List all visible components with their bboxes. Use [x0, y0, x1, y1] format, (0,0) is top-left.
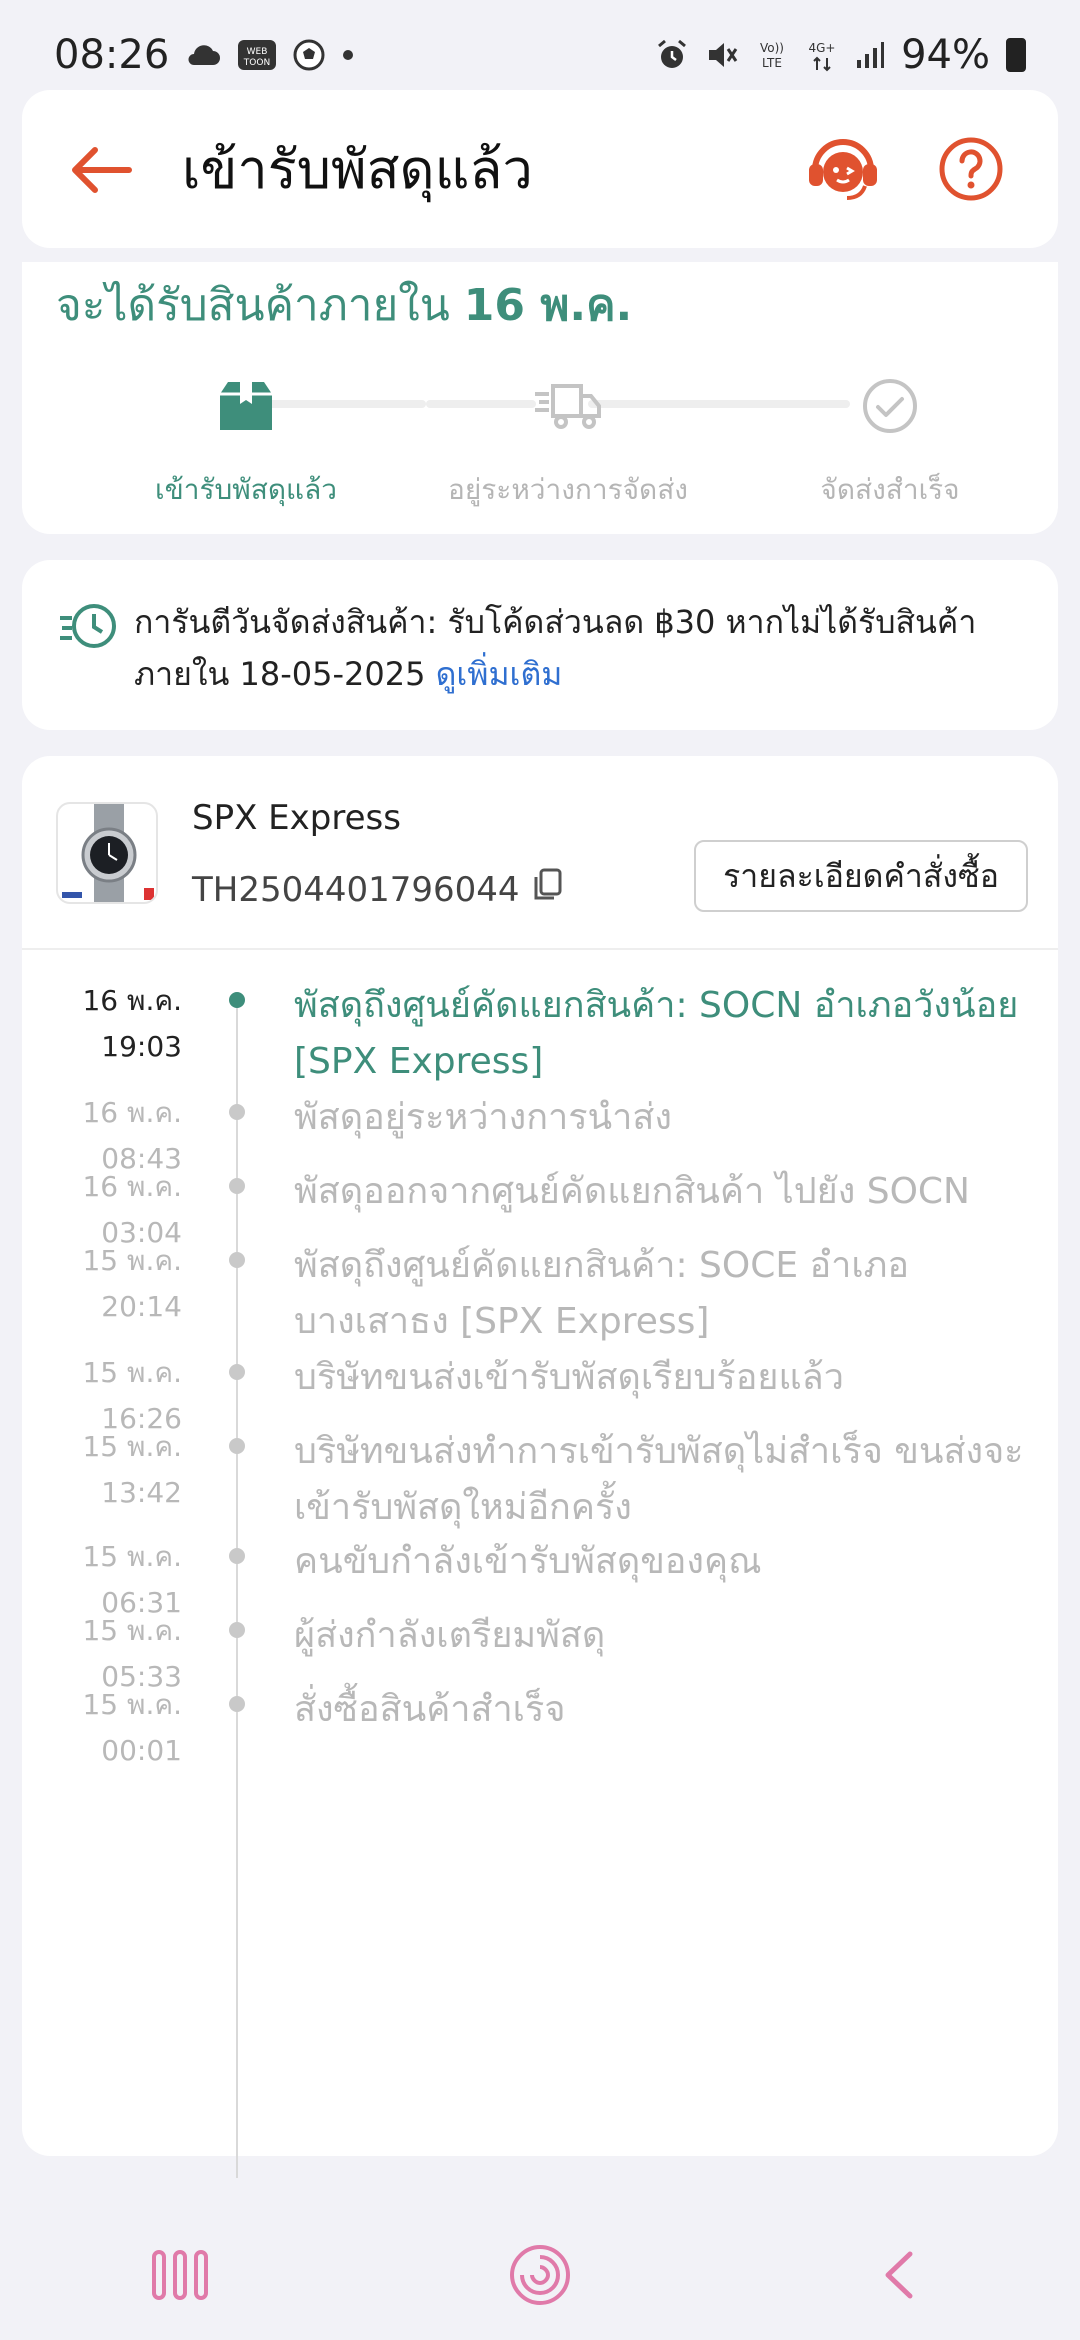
headset-support-icon: [809, 139, 877, 200]
event-description: คนขับกำลังเข้ารับพัสดุของคุณ: [294, 1541, 762, 1582]
event-time: 13:42: [101, 1476, 182, 1509]
event-description: ผู้ส่งกำลังเตรียมพัสดุ: [294, 1615, 606, 1656]
step-label: เข้ารับพัสดุแล้ว: [155, 473, 337, 506]
svg-text:WEB: WEB: [247, 47, 268, 57]
home-icon: [509, 2244, 571, 2306]
order-details-button[interactable]: รายละเอียดคำสั่งซื้อ: [694, 840, 1028, 912]
step-delivered: จัดส่งสำเร็จ: [760, 372, 1020, 512]
event-time: 00:01: [101, 1734, 182, 1767]
mute-icon: [705, 38, 739, 72]
event-date: 15 พ.ค. 00:01: [22, 1682, 182, 1774]
event-description: บริษัทขนส่งทำการเข้ารับพัสดุไม่สำเร็จ ขน…: [294, 1431, 1024, 1528]
football-icon: [293, 39, 325, 71]
event-day: 15 พ.ค.: [82, 1688, 182, 1721]
home-button[interactable]: [490, 2235, 590, 2315]
recent-apps-icon: [152, 2250, 208, 2300]
copy-icon[interactable]: [532, 868, 562, 911]
event-date: 15 พ.ค. 20:14: [22, 1238, 182, 1330]
timeline-line: [236, 998, 238, 2178]
event-day: 15 พ.ค.: [82, 1540, 182, 1573]
back-button[interactable]: [60, 130, 140, 210]
event-time: 19:03: [101, 1030, 182, 1063]
event-description: สั่งซื้อสินค้าสำเร็จ: [294, 1689, 566, 1730]
status-bar-left: 08:26 WEB TOON: [54, 32, 355, 78]
status-time: 08:26: [54, 32, 170, 78]
help-button[interactable]: [928, 126, 1014, 212]
question-mark-icon: [939, 137, 1003, 201]
event-description: พัสดุออกจากศูนย์คัดแยกสินค้า ไปยัง SOCN: [294, 1171, 970, 1212]
alarm-icon: [655, 38, 689, 72]
event-day: 15 พ.ค.: [82, 1244, 182, 1277]
system-navigation-bar: [0, 2210, 1080, 2340]
status-bar-right: Vo)) LTE 4G+ 94%: [655, 32, 1026, 78]
step-picked-up: เข้ารับพัสดุแล้ว: [116, 372, 376, 512]
timeline-dot: [229, 1178, 245, 1194]
event-date: 16 พ.ค. 19:03: [22, 978, 182, 1070]
event-description: พัสดุถึงศูนย์คัดแยกสินค้า: SOCN อำเภอวัง…: [294, 985, 1019, 1082]
event-day: 15 พ.ค.: [82, 1430, 182, 1463]
event-description: พัสดุอยู่ระหว่างการนำส่ง: [294, 1097, 672, 1138]
event-date: 15 พ.ค. 13:42: [22, 1424, 182, 1516]
eta-prefix: จะได้รับสินค้าภายใน: [56, 280, 464, 331]
event-description: พัสดุถึงศูนย์คัดแยกสินค้า: SOCE อำเภอบาง…: [294, 1245, 910, 1342]
timeline-dot: [229, 1622, 245, 1638]
delivery-progress-card: จะได้รับสินค้าภายใน 16 พ.ค. เข้ารับพัสดุ…: [22, 262, 1058, 534]
event-day: 15 พ.ค.: [82, 1614, 182, 1647]
tracking-card: SPX Express TH2504401796044 รายละเอียดคำ…: [22, 756, 1058, 2178]
fast-clock-icon: [58, 596, 118, 656]
back-nav-button[interactable]: [850, 2235, 950, 2315]
event-description: บริษัทขนส่งเข้ารับพัสดุเรียบร้อยแล้ว: [294, 1357, 844, 1398]
battery-icon: [1006, 38, 1026, 72]
timeline-dot: [229, 1548, 245, 1564]
check-circle-icon: [760, 372, 1020, 440]
back-arrow-icon: [72, 147, 132, 193]
guarantee-text: การันตีวันจัดส่งสินค้า: รับโค้ดส่วนลด ฿3…: [134, 596, 1034, 700]
tracking-number-row: TH2504401796044: [192, 868, 562, 911]
step-label: จัดส่งสำเร็จ: [820, 473, 960, 506]
eta-text: จะได้รับสินค้าภายใน 16 พ.ค.: [56, 270, 632, 340]
svg-text:4G+: 4G+: [809, 41, 836, 55]
4g-icon: 4G+: [805, 38, 839, 72]
delivery-guarantee-card[interactable]: การันตีวันจัดส่งสินค้า: รับโค้ดส่วนลด ฿3…: [22, 560, 1058, 730]
recent-apps-button[interactable]: [130, 2235, 230, 2315]
tracking-number: TH2504401796044: [192, 869, 520, 910]
carrier-name: SPX Express: [192, 798, 401, 838]
timeline-dot: [229, 1438, 245, 1454]
page-title: เข้ารับพัสดุแล้ว: [182, 138, 533, 201]
event-time: 20:14: [101, 1290, 182, 1323]
event-day: 15 พ.ค.: [82, 1356, 182, 1389]
event-day: 16 พ.ค.: [82, 1170, 182, 1203]
cloud-icon: [185, 43, 221, 67]
volte-icon: Vo)) LTE: [755, 38, 789, 72]
step-label: อยู่ระหว่างการจัดส่ง: [448, 473, 688, 506]
box-icon: [116, 372, 376, 440]
timeline-dot: [229, 1252, 245, 1268]
app-header: เข้ารับพัสดุแล้ว: [22, 90, 1058, 248]
timeline-dot: [229, 992, 245, 1008]
see-more-link[interactable]: ดูเพิ่มเติม: [436, 655, 563, 693]
divider: [22, 948, 1058, 950]
back-chevron-icon: [885, 2251, 913, 2299]
product-thumbnail: [56, 802, 158, 904]
svg-text:Vo)): Vo)): [760, 41, 784, 55]
svg-text:TOON: TOON: [243, 58, 270, 68]
truck-icon: [438, 372, 698, 440]
customer-support-button[interactable]: [800, 126, 886, 212]
timeline-dot: [229, 1104, 245, 1120]
battery-percent: 94%: [901, 32, 990, 78]
timeline-dot: [229, 1364, 245, 1380]
webtoon-icon: WEB TOON: [237, 38, 277, 72]
timeline-dot: [229, 1696, 245, 1712]
eta-date: 16 พ.ค.: [463, 280, 633, 331]
signal-icon: [855, 40, 885, 70]
notification-dot-icon: [341, 48, 355, 62]
svg-text:LTE: LTE: [762, 56, 782, 70]
event-day: 16 พ.ค.: [82, 1096, 182, 1129]
step-in-transit: อยู่ระหว่างการจัดส่ง: [438, 372, 698, 512]
event-day: 16 พ.ค.: [82, 984, 182, 1017]
